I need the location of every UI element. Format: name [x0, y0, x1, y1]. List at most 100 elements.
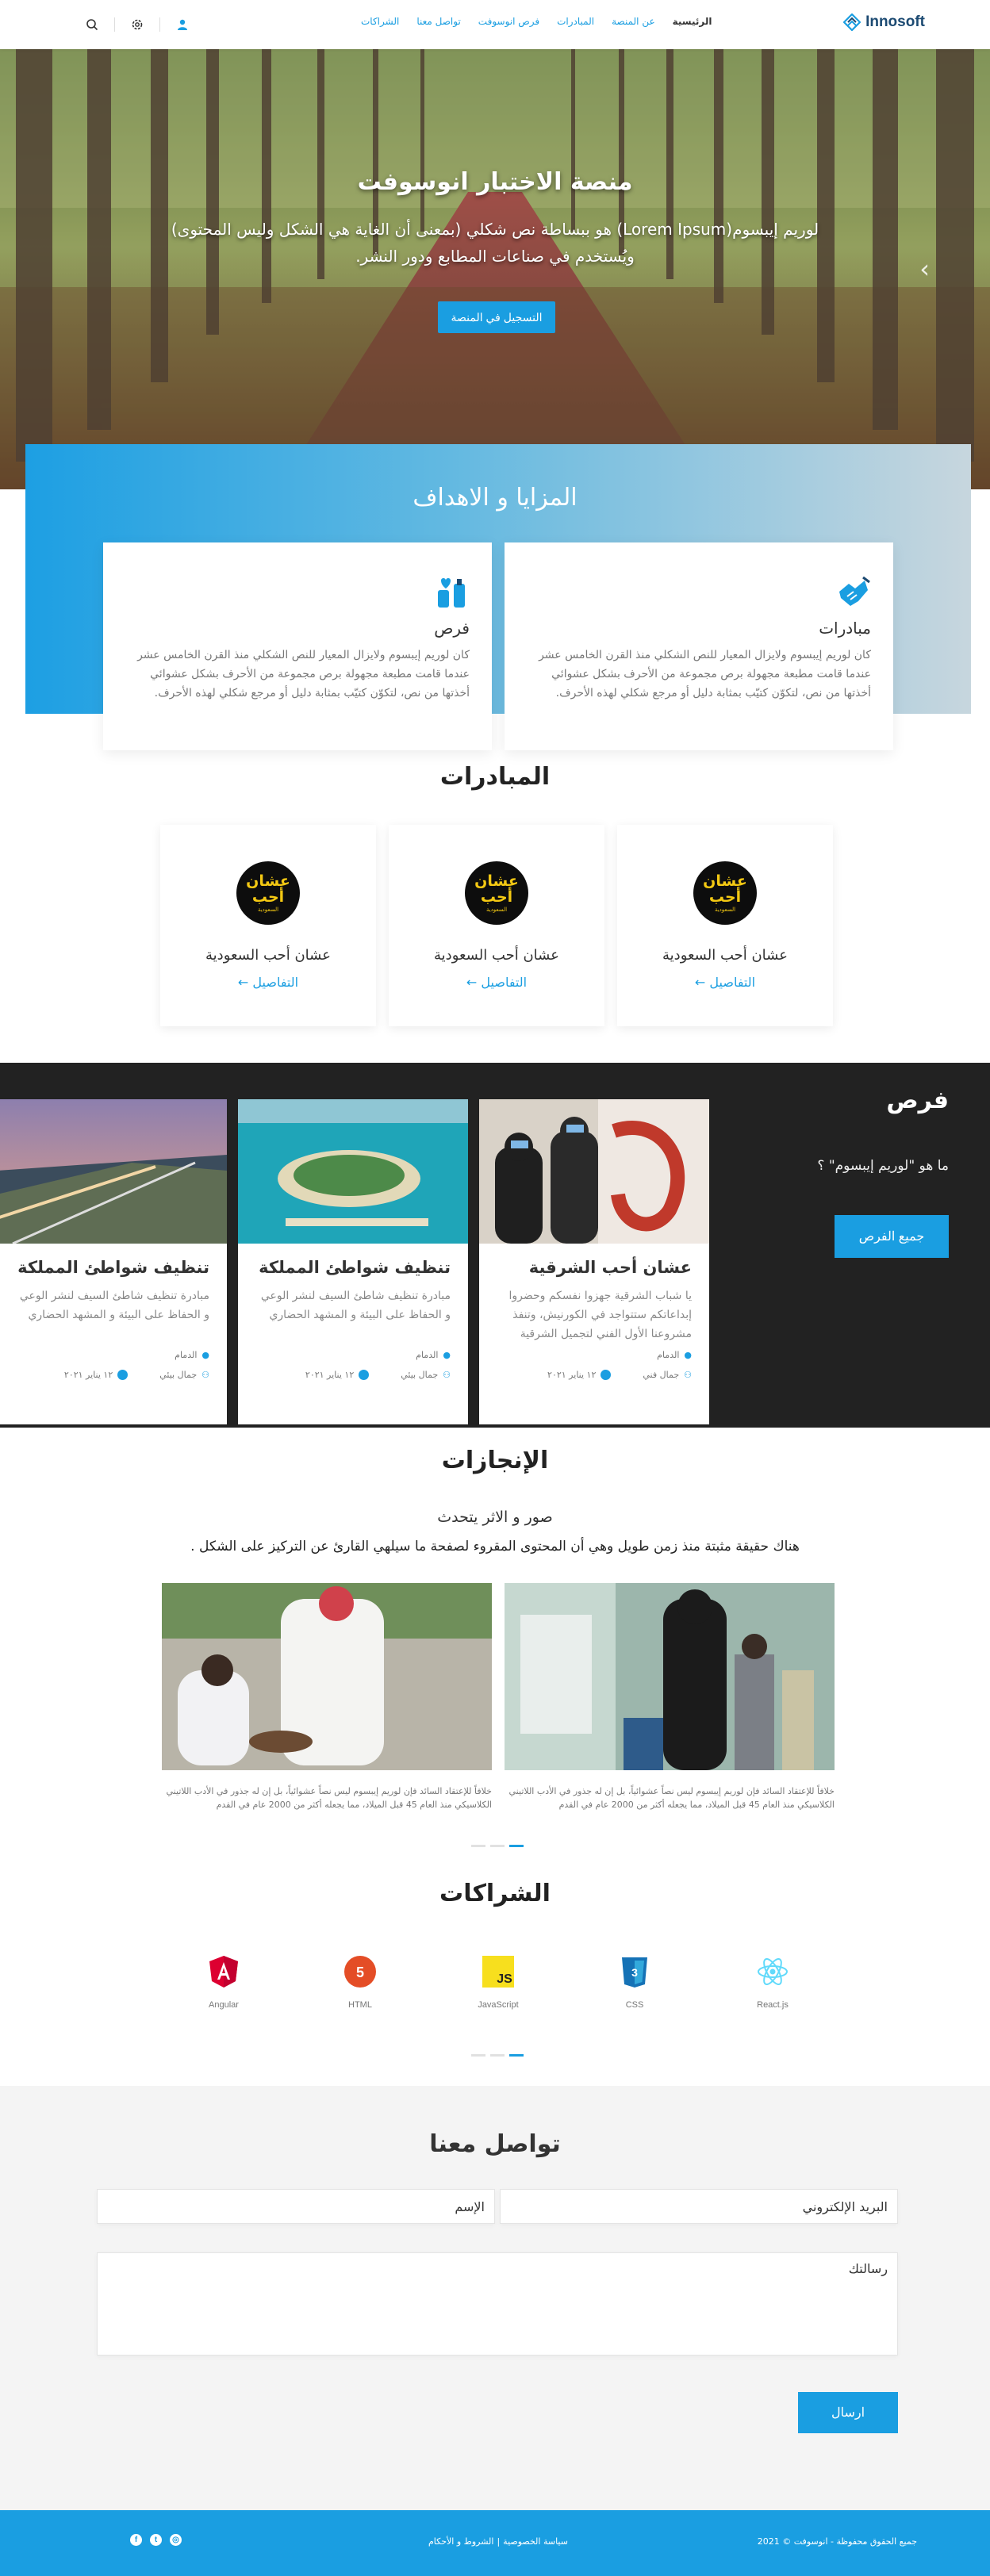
- initiative-name: عشان أحب السعودية: [205, 947, 331, 964]
- instagram-icon[interactable]: ◎: [170, 2534, 182, 2546]
- initiative-logo-text: عشان أحب: [246, 872, 290, 906]
- partner-html[interactable]: 5 HTML: [328, 1954, 392, 2010]
- opportunity-title: تنظيف شواطئ المملكة: [259, 1258, 451, 1277]
- hero-title: منصة الاختبار انوسوفت: [357, 168, 633, 196]
- contact-title: تواصل معنا: [429, 2130, 561, 2158]
- partner-react[interactable]: React.js: [741, 1954, 804, 2010]
- register-button[interactable]: التسجيل في المنصة: [438, 301, 555, 333]
- opportunity-card[interactable]: تنظيف شواطئ المملكة مبادرة تنظيف شاطئ ال…: [0, 1099, 227, 1424]
- achievement-caption: خلافاً للإعتقاد السائد فإن لوريم إيبسوم …: [166, 1786, 492, 1810]
- opportunities-title: فرص: [886, 1087, 949, 1114]
- nav-about[interactable]: عن المنصة: [612, 16, 655, 27]
- svg-text:JS: JS: [497, 1972, 512, 1986]
- initiative-details-link[interactable]: التفاصيل ←: [617, 975, 833, 990]
- initiative-card[interactable]: عشان أحب السعودية عشان أحب السعودية التف…: [389, 825, 604, 1026]
- achievements-carousel-dots: [471, 1845, 524, 1847]
- opportunity-card[interactable]: عشان أحب الشرقية يا شباب الشرقية جهزوا ن…: [479, 1099, 709, 1424]
- nav-opportunities[interactable]: فرص انوسوفت: [478, 16, 539, 27]
- initiative-card[interactable]: عشان أحب السعودية عشان أحب السعودية التف…: [617, 825, 833, 1026]
- feature-title: مبادرات: [819, 619, 871, 638]
- opportunity-category: ⚇ جمال بيئي: [401, 1370, 451, 1380]
- details-label: التفاصيل: [252, 975, 299, 990]
- category-label: جمال فني: [643, 1370, 680, 1380]
- initiative-logo: عشان أحب السعودية: [465, 861, 528, 925]
- hero-section: منصة الاختبار انوسوفت لوريم إيبسوم(Lorem…: [0, 49, 990, 489]
- location-pin-icon: ●: [684, 1350, 692, 1360]
- opportunity-image-corniche: [0, 1099, 227, 1245]
- privacy-link[interactable]: سياسة الخصوصية: [503, 2536, 568, 2547]
- search-icon[interactable]: [82, 15, 102, 34]
- terms-link[interactable]: الشروط و الأحكام: [428, 2536, 493, 2547]
- partner-angular[interactable]: Angular: [192, 1954, 255, 2010]
- hero-description: لوريم إيبسوم(Lorem Ipsum) هو ببساطة نص ش…: [171, 220, 819, 266]
- partner-javascript[interactable]: JS JavaScript: [466, 1954, 530, 2010]
- carousel-dot[interactable]: [471, 2054, 485, 2057]
- arrow-left-icon: ←: [237, 975, 249, 990]
- feature-title: فرص: [434, 619, 470, 638]
- facebook-icon[interactable]: f: [130, 2534, 142, 2546]
- opportunity-image-mural: [479, 1099, 709, 1244]
- settings-icon[interactable]: [128, 15, 147, 34]
- opportunity-category: ⚇ جمال بيئي: [159, 1370, 209, 1380]
- carousel-dot-active[interactable]: [509, 2054, 524, 2057]
- send-button[interactable]: ارسال: [798, 2392, 898, 2433]
- javascript-icon: JS: [482, 1956, 514, 1988]
- partners-carousel-dots: [471, 2054, 524, 2057]
- initiative-logo-text: عشان أحب: [703, 872, 747, 906]
- carousel-dot[interactable]: [471, 1845, 485, 1847]
- opportunity-card[interactable]: تنظيف شواطئ المملكة مبادرة تنظيف شاطئ ال…: [238, 1099, 468, 1424]
- name-field[interactable]: [97, 2189, 495, 2224]
- opportunity-title: عشان أحب الشرقية: [528, 1258, 692, 1277]
- html5-icon: 5: [344, 1956, 376, 1988]
- initiatives-title: المبادرات: [439, 763, 551, 791]
- initiative-logo: عشان أحب السعودية: [236, 861, 300, 925]
- date-label: ١٢ يناير ٢٠٢١: [547, 1370, 597, 1380]
- nav-initiatives[interactable]: المبادرات: [557, 16, 594, 27]
- calendar-icon: [601, 1370, 612, 1380]
- category-label: جمال بيئي: [401, 1370, 439, 1380]
- category-icon: ⚇: [684, 1370, 692, 1380]
- react-icon: [758, 1958, 788, 1985]
- carousel-dot-active[interactable]: [509, 1845, 524, 1847]
- site-header: Innosoft الرئيسية عن المنصة المبادرات فر…: [0, 0, 990, 49]
- nav-partners[interactable]: الشراكات: [361, 16, 399, 27]
- initiative-logo: عشان أحب السعودية: [693, 861, 757, 925]
- feature-text: كان لوريم إيبسوم ولايزال المعيار للنص ال…: [539, 649, 871, 700]
- initiative-name: عشان أحب السعودية: [662, 947, 788, 964]
- header-actions: [82, 15, 192, 34]
- initiative-card[interactable]: عشان أحب السعودية عشان أحب السعودية التف…: [160, 825, 376, 1026]
- initiative-details-link[interactable]: التفاصيل ←: [160, 975, 376, 990]
- partner-name: CSS: [625, 2000, 644, 2010]
- all-opportunities-button[interactable]: جميع الفرص: [835, 1215, 949, 1258]
- carousel-next-icon[interactable]: ›: [919, 254, 930, 284]
- angular-icon: [209, 1956, 238, 1988]
- initiative-details-link[interactable]: التفاصيل ←: [389, 975, 604, 990]
- opportunity-location: ● الدمام: [255, 1350, 451, 1360]
- main-nav: الرئيسية عن المنصة المبادرات فرص انوسوفت…: [361, 16, 712, 27]
- handshake-icon: [839, 576, 870, 606]
- message-field[interactable]: [97, 2252, 898, 2356]
- nav-home[interactable]: الرئيسية: [673, 16, 712, 27]
- features-title: المزايا و الاهداف: [412, 484, 578, 512]
- svg-text:3: 3: [631, 1966, 638, 1979]
- contact-section: تواصل معنا ارسال: [0, 2086, 990, 2510]
- header-divider: [159, 17, 160, 32]
- achievements-subtitle: صور و الاثر يتحدث: [437, 1508, 553, 1526]
- twitter-icon[interactable]: t: [150, 2534, 162, 2546]
- partner-css[interactable]: 3 CSS: [603, 1954, 666, 2010]
- arrow-left-icon: ←: [694, 975, 706, 990]
- date-label: ١٢ يناير ٢٠٢١: [305, 1370, 355, 1380]
- opportunities-section: فرص ما هو "لوريم إيبسوم" ؟ جميع الفرص عش…: [0, 1063, 990, 1428]
- initiative-logo-subtext: السعودية: [257, 907, 279, 913]
- carousel-dot[interactable]: [490, 2054, 505, 2057]
- partners-title: الشراكات: [439, 1880, 551, 1907]
- carousel-dot[interactable]: [490, 1845, 505, 1847]
- footer-separator: |: [497, 2536, 501, 2547]
- email-field[interactable]: [500, 2189, 898, 2224]
- nav-contact[interactable]: تواصل معنا: [416, 16, 460, 27]
- initiative-name: عشان أحب السعودية: [434, 947, 559, 964]
- site-logo[interactable]: Innosoft: [843, 13, 925, 31]
- partner-name: HTML: [348, 2000, 372, 2010]
- user-icon[interactable]: [173, 15, 192, 34]
- innosoft-logo-icon: [843, 13, 861, 31]
